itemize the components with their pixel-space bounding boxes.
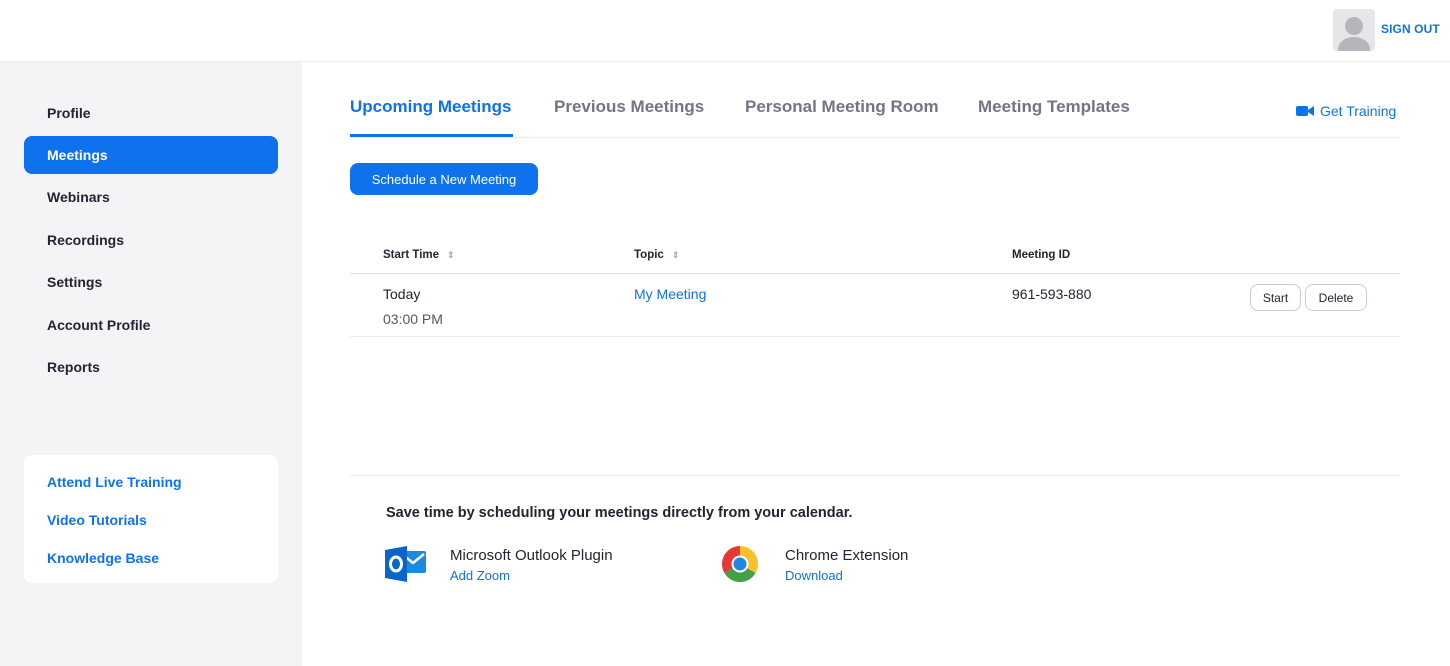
tab-previous-meetings[interactable]: Previous Meetings bbox=[554, 97, 704, 117]
meeting-id: 961-593-880 bbox=[1012, 286, 1092, 302]
outlook-icon bbox=[385, 546, 426, 582]
help-links-card: Attend Live Training Video Tutorials Kno… bbox=[24, 455, 278, 583]
tab-meeting-templates[interactable]: Meeting Templates bbox=[978, 97, 1130, 117]
sidebar-item-meetings[interactable]: Meetings bbox=[24, 136, 278, 174]
sidebar: Profile Meetings Webinars Recordings Set… bbox=[0, 62, 302, 666]
meeting-topic-link[interactable]: My Meeting bbox=[634, 286, 706, 302]
video-camera-icon bbox=[1296, 106, 1314, 116]
avatar-head-shape bbox=[1345, 17, 1363, 35]
column-header-label: Topic bbox=[634, 249, 664, 261]
tabs-divider bbox=[350, 137, 1400, 138]
add-zoom-link[interactable]: Add Zoom bbox=[450, 568, 510, 583]
get-training-label: Get Training bbox=[1320, 103, 1397, 119]
sidebar-item-profile[interactable]: Profile bbox=[24, 94, 278, 132]
video-tutorials-link[interactable]: Video Tutorials bbox=[47, 512, 147, 528]
promo-divider bbox=[350, 475, 1400, 476]
download-link[interactable]: Download bbox=[785, 568, 843, 583]
table-header-divider bbox=[350, 273, 1400, 274]
column-header-label: Start Time bbox=[383, 249, 440, 261]
tab-personal-meeting-room[interactable]: Personal Meeting Room bbox=[745, 97, 939, 117]
attend-live-training-link[interactable]: Attend Live Training bbox=[47, 474, 182, 490]
start-meeting-button[interactable]: Start bbox=[1250, 284, 1301, 311]
chrome-icon bbox=[721, 546, 759, 583]
sign-out-link[interactable]: SIGN OUT bbox=[1381, 22, 1440, 36]
avatar-body-shape bbox=[1338, 37, 1370, 51]
sidebar-item-recordings[interactable]: Recordings bbox=[24, 221, 278, 259]
sidebar-item-account-profile[interactable]: Account Profile bbox=[24, 306, 278, 344]
tab-upcoming-meetings[interactable]: Upcoming Meetings bbox=[350, 97, 512, 117]
top-bar: SIGN OUT bbox=[0, 0, 1450, 62]
delete-meeting-button[interactable]: Delete bbox=[1305, 284, 1367, 311]
meeting-time: 03:00 PM bbox=[383, 311, 443, 327]
calendar-promo-title: Save time by scheduling your meetings di… bbox=[386, 505, 853, 521]
get-training-link[interactable]: Get Training bbox=[1296, 103, 1396, 119]
sidebar-item-webinars[interactable]: Webinars bbox=[24, 178, 278, 216]
schedule-new-meeting-button[interactable]: Schedule a New Meeting bbox=[350, 163, 538, 195]
meeting-day: Today bbox=[383, 286, 421, 302]
table-row-divider bbox=[350, 336, 1400, 337]
knowledge-base-link[interactable]: Knowledge Base bbox=[47, 550, 159, 566]
column-header-start-time[interactable]: Start Time ⇕ bbox=[383, 249, 455, 261]
outlook-plugin-name: Microsoft Outlook Plugin bbox=[450, 547, 613, 564]
sort-icon: ⇕ bbox=[671, 249, 680, 260]
sidebar-item-reports[interactable]: Reports bbox=[24, 348, 278, 386]
chrome-extension-name: Chrome Extension bbox=[785, 547, 909, 564]
column-header-topic[interactable]: Topic ⇕ bbox=[634, 249, 679, 261]
column-header-meeting-id: Meeting ID bbox=[1012, 249, 1070, 261]
sidebar-item-settings[interactable]: Settings bbox=[24, 263, 278, 301]
avatar[interactable] bbox=[1333, 9, 1375, 51]
sort-icon: ⇕ bbox=[447, 249, 455, 260]
column-header-label: Meeting ID bbox=[1012, 249, 1071, 261]
